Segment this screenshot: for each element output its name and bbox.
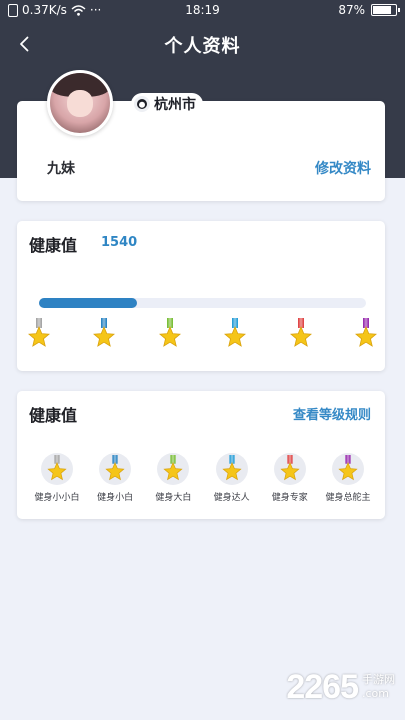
milestone-medal-icon (93, 318, 116, 350)
level-label: 健身达人 (213, 493, 250, 503)
site-watermark: 2265 手游网 .com (286, 668, 395, 707)
nav-bar: 个人资料 (0, 22, 405, 66)
level-medal-icon (273, 453, 306, 485)
milestone-medal-icon (289, 318, 312, 350)
level-label: 健身小小白 (34, 493, 80, 503)
view-level-rules-button[interactable]: 查看等级规则 (293, 404, 371, 423)
level-label: 健身总舵主 (325, 493, 371, 503)
milestone-medal-icon (224, 318, 247, 350)
levels-card: 健康值 查看等级规则 健身小小白 健身小白 健身大白 健身达人 健身专家 健身总舵主 (17, 391, 385, 519)
level-item[interactable]: 健身达人 (202, 453, 262, 503)
health-value: 1540 (101, 235, 138, 250)
level-item[interactable]: 健身总舵主 (318, 453, 378, 503)
level-label: 健身小白 (97, 493, 134, 503)
nickname: 九妹 (47, 161, 75, 177)
city-name: 杭州市 (154, 97, 196, 113)
battery-icon (371, 4, 400, 16)
level-label: 健身专家 (271, 493, 308, 503)
level-medal-icon (215, 453, 248, 485)
battery-percent: 87% (338, 3, 365, 17)
health-title: 健康值 (29, 236, 78, 255)
health-value-card: 健康值 1540 (17, 221, 385, 371)
health-progress-fill (39, 298, 138, 308)
levels-title: 健康值 (29, 406, 78, 425)
milestone-medal-icon (354, 318, 378, 350)
watermark-site: 手游网 (362, 673, 395, 686)
level-medal-icon (157, 453, 190, 485)
milestone-medal-icon (27, 318, 51, 350)
avatar[interactable] (47, 70, 113, 136)
milestone-row (17, 318, 385, 352)
milestone-medal-icon (158, 318, 181, 350)
watermark-number: 2265 (286, 668, 359, 706)
health-progress-bar (39, 298, 366, 308)
city-badge: 杭州市 (131, 93, 203, 115)
back-button[interactable] (12, 30, 36, 58)
edit-profile-button[interactable]: 修改资料 (315, 158, 371, 178)
level-item[interactable]: 健身小白 (85, 453, 145, 503)
user-badge-icon (134, 96, 150, 112)
chevron-left-icon (20, 36, 29, 52)
level-medal-icon (332, 453, 364, 485)
level-medal-icon (41, 453, 73, 485)
watermark-suffix: .com (362, 687, 389, 700)
page-title: 个人资料 (164, 36, 241, 57)
level-label: 健身大白 (155, 493, 192, 503)
level-item[interactable]: 健身大白 (143, 453, 203, 503)
level-medal-icon (99, 453, 132, 485)
level-item[interactable]: 健身专家 (260, 453, 320, 503)
level-item[interactable]: 健身小小白 (27, 453, 87, 503)
status-bar: 0.37K/s ··· 18:19 87% (0, 0, 405, 22)
